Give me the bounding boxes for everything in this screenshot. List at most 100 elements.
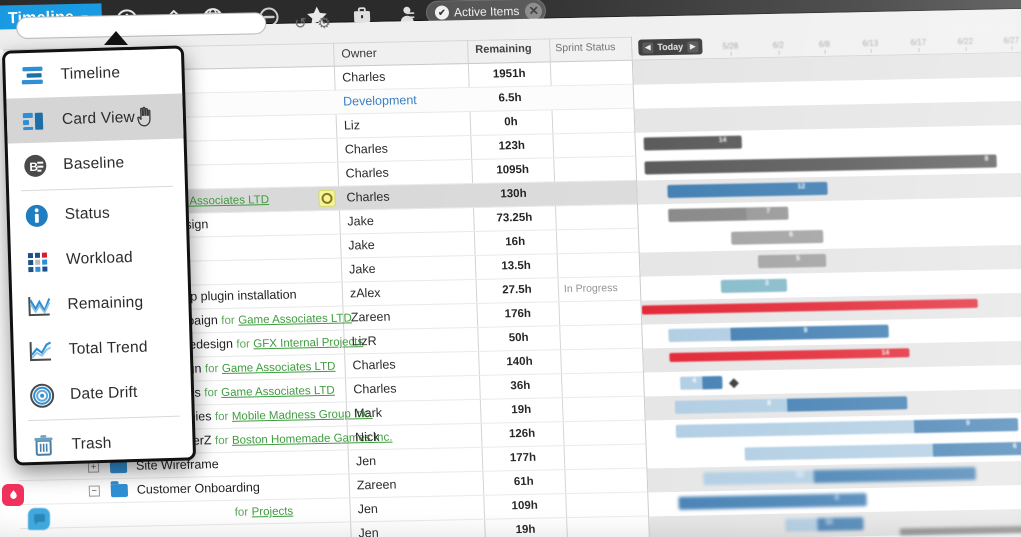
- row-task-for: for: [215, 411, 229, 423]
- row-client-link[interactable]: Game Associates LTD: [221, 385, 335, 399]
- row-client-link[interactable]: Projects: [251, 506, 293, 519]
- row-task-label: Puppies for Mobile Madness Group Inc.: [166, 406, 373, 424]
- total-trend-chart-icon: [26, 336, 55, 365]
- card-view-icon: [20, 106, 49, 135]
- row-owner: Charles: [345, 166, 389, 181]
- menu-item-workload[interactable]: Workload: [10, 233, 187, 283]
- menu-item-label: Trash: [71, 434, 112, 453]
- row-client-link[interactable]: Game Associates LTD: [238, 312, 352, 326]
- status-badge[interactable]: [318, 190, 336, 207]
- gantt-bar[interactable]: 9: [676, 418, 1018, 438]
- menu-item-timeline[interactable]: Timeline: [5, 48, 182, 98]
- menu-item-label: Workload: [66, 249, 133, 269]
- row-remaining: 36h: [485, 379, 555, 392]
- gantt-bar[interactable]: 6: [731, 230, 823, 245]
- row-task-label: for Projects: [234, 504, 293, 519]
- column-header-sprint-status[interactable]: Sprint Status: [555, 41, 616, 54]
- row-remaining: 27.5h: [482, 283, 552, 296]
- prev-period-button[interactable]: ◀: [642, 42, 653, 53]
- gantt-bar[interactable]: 14: [644, 136, 742, 151]
- row-owner: Charles: [346, 190, 390, 205]
- undo-icon[interactable]: ↺: [294, 15, 307, 32]
- row-remaining: 6.5h: [475, 92, 545, 105]
- menu-item-trash[interactable]: Trash: [16, 418, 193, 465]
- menu-item-date-drift[interactable]: Date Drift: [14, 368, 191, 418]
- gantt-tick-label: 6/13: [862, 39, 878, 48]
- info-status-icon: [22, 201, 51, 230]
- menu-item-remaining[interactable]: Remaining: [12, 278, 189, 328]
- row-owner: Nick: [355, 430, 380, 444]
- gantt-bar[interactable]: 6: [745, 442, 1021, 461]
- gantt-bar[interactable]: 7: [668, 207, 788, 222]
- row-client-link[interactable]: GFX Internal Projects: [253, 336, 363, 350]
- gantt-bar[interactable]: 9: [668, 325, 888, 342]
- menu-item-status[interactable]: Status: [9, 188, 186, 238]
- menu-item-baseline[interactable]: B Baseline: [8, 138, 185, 188]
- column-header-remaining[interactable]: Remaining: [475, 43, 532, 56]
- gantt-bar[interactable]: 11: [785, 517, 863, 532]
- row-remaining: 0h: [476, 115, 546, 128]
- row-task-label: Customer Onboarding: [137, 480, 260, 496]
- gantt-chart: ◀ Today ▶ 5/28 6/2 6/8 6/13 6/17 6/22 6/…: [631, 28, 1021, 537]
- row-owner: Zareen: [357, 478, 397, 493]
- baseline-icon: B: [21, 151, 50, 180]
- row-remaining: 177h: [488, 451, 558, 464]
- row-owner[interactable]: Development: [343, 93, 417, 108]
- menu-item-label: Remaining: [67, 293, 143, 313]
- row-owner: Jen: [358, 526, 379, 537]
- row-owner: Charles: [345, 142, 389, 157]
- row-remaining: 1951h: [474, 68, 544, 81]
- menu-item-label: Timeline: [60, 64, 120, 84]
- gantt-tick-label: 6/2: [773, 41, 784, 50]
- svg-text:B: B: [29, 159, 38, 173]
- row-task-for: for: [221, 315, 235, 327]
- gantt-milestone[interactable]: [729, 378, 739, 388]
- row-remaining: 50h: [483, 331, 553, 344]
- folder-icon: [111, 484, 128, 497]
- gear-icon[interactable]: ⚙: [317, 15, 331, 32]
- close-icon[interactable]: ✕: [525, 3, 543, 20]
- row-owner: Jake: [348, 238, 375, 253]
- menu-pointer-arrow: [104, 31, 128, 45]
- row-remaining: 176h: [483, 307, 553, 320]
- menu-item-label: Status: [65, 204, 111, 223]
- row-client-link[interactable]: Game Associates LTD: [222, 361, 336, 375]
- menu-item-card-view[interactable]: Card View: [6, 93, 183, 143]
- row-remaining: 19h: [486, 403, 556, 416]
- today-label: Today: [657, 42, 683, 53]
- row-remaining: 140h: [484, 355, 554, 368]
- row-remaining: 16h: [480, 235, 550, 248]
- gantt-bar[interactable]: 8: [644, 154, 996, 174]
- fire-notification-icon[interactable]: [2, 484, 24, 506]
- row-task-for: for: [235, 507, 249, 519]
- chat-bubble-icon[interactable]: [28, 508, 50, 530]
- row-owner: Charles: [353, 382, 397, 397]
- row-remaining: 109h: [489, 499, 559, 512]
- gantt-tick-label: 6/27: [1003, 36, 1019, 45]
- gantt-bar[interactable]: 5: [758, 254, 826, 268]
- gantt-tick-label: 5/28: [722, 42, 738, 51]
- row-remaining: 13.5h: [481, 259, 551, 272]
- row-remaining: 130h: [478, 187, 548, 200]
- row-sprint-status: In Progress: [564, 282, 618, 295]
- row-owner: Charles: [342, 70, 386, 85]
- gantt-bar[interactable]: 4: [680, 376, 722, 390]
- row-owner: Jake: [349, 262, 376, 277]
- menu-item-label: Baseline: [63, 154, 125, 174]
- column-header-owner[interactable]: Owner: [341, 46, 377, 61]
- row-owner: Jake: [347, 214, 374, 229]
- today-navigator[interactable]: ◀ Today ▶: [638, 38, 702, 55]
- row-remaining: 1095h: [477, 163, 547, 176]
- row-remaining: 126h: [487, 427, 557, 440]
- row-owner: Jen: [357, 502, 378, 516]
- row-task-for: for: [215, 435, 229, 447]
- next-period-button[interactable]: ▶: [687, 41, 698, 52]
- gantt-bar[interactable]: 4: [678, 493, 866, 510]
- timeline-bars-icon: [18, 61, 47, 90]
- row-client-link[interactable]: Mobile Madness Group Inc.: [232, 408, 373, 423]
- row-owner: Liz: [344, 118, 360, 132]
- expand-toggle[interactable]: −: [89, 485, 100, 496]
- gantt-tick-label: 6/22: [957, 37, 973, 46]
- gantt-bar[interactable]: 3: [721, 279, 787, 293]
- menu-item-total-trend[interactable]: Total Trend: [13, 323, 190, 373]
